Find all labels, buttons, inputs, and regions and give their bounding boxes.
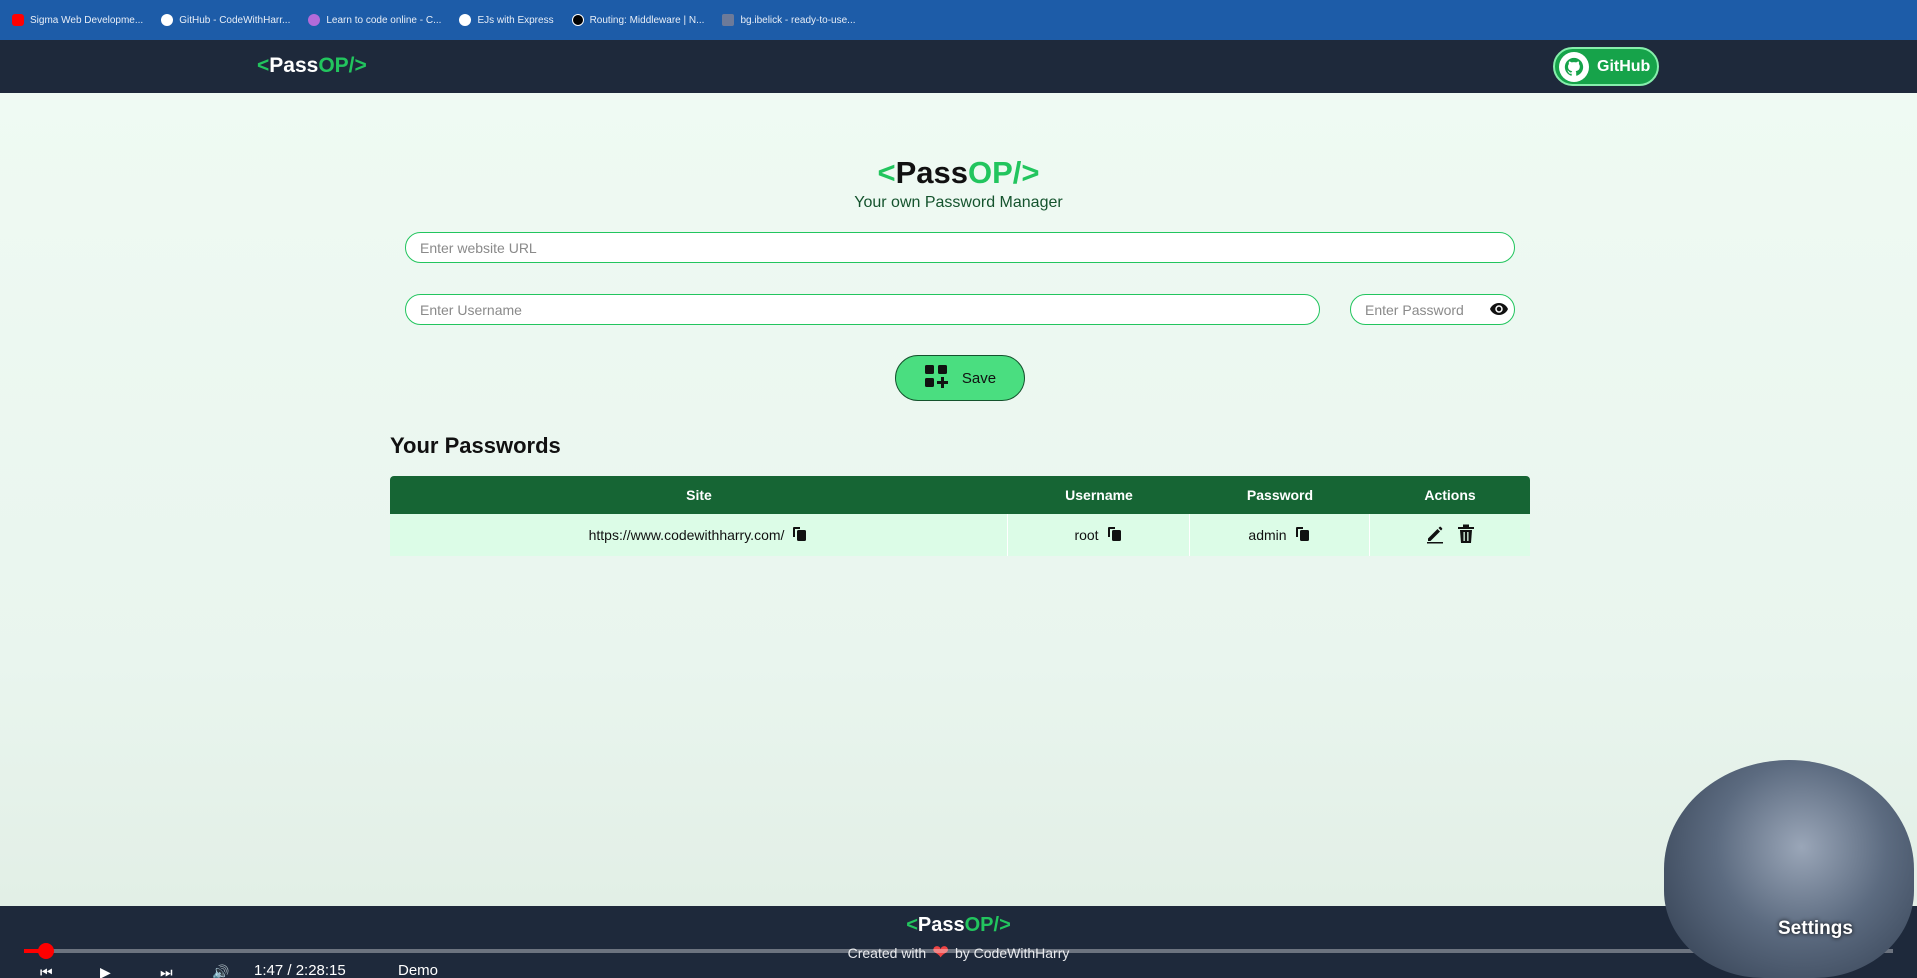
footer-logo: <PassOP/> [0,914,1917,937]
bookmark-routing[interactable]: Routing: Middleware | N... [571,14,705,26]
bookmark-learn[interactable]: Learn to code online - C... [308,14,441,26]
header-site: Site [686,487,712,503]
nav-logo[interactable]: <PassOP/> [257,54,367,78]
chapter-label[interactable]: Demo [398,962,438,978]
youtube-icon [12,14,24,26]
copy-icon[interactable] [1107,526,1123,545]
video-controls: ⏮ ▶ ⏭ 🔊 1:47 / 2:28:15 Demo [0,962,1917,978]
table-row: https://www.codewithharry.com/ root admi… [390,514,1530,556]
site-icon [308,14,321,26]
site-url-input[interactable] [405,232,1515,263]
bookmark-label: Routing: Middleware | N... [589,14,705,26]
github-icon [161,14,174,26]
header-username: Username [1065,487,1133,503]
bookmark-label: Learn to code online - C... [326,14,442,26]
bookmark-label: EJs with Express [477,14,554,26]
header-actions: Actions [1424,487,1476,503]
settings-tooltip: Settings [1778,918,1853,939]
video-time: 1:47 / 2:28:15 [254,962,346,978]
add-grid-icon [924,364,948,392]
copy-icon[interactable] [792,526,808,545]
video-progress-track[interactable] [24,949,1893,953]
logo-text: Pass [895,155,968,190]
save-label: Save [961,369,997,387]
bookmark-bg[interactable]: bg.ibelick - ready-to-use... [722,14,856,26]
copy-icon[interactable] [1295,526,1311,545]
bookmarks-bar: Sigma Web Developme... GitHub - CodeWith… [0,0,1917,40]
cell-password: admin [1190,514,1370,556]
username-input[interactable] [405,294,1320,325]
bookmark-github[interactable]: GitHub - CodeWithHarr... [161,14,290,26]
logo-bracket: < [906,914,918,936]
bookmark-label: Sigma Web Developme... [30,14,144,26]
bookmark-label: GitHub - CodeWithHarr... [179,14,291,26]
github-label: GitHub [1597,57,1651,75]
github-button[interactable]: GitHub [1553,47,1659,86]
save-button[interactable]: Save [895,355,1025,401]
logo-op: OP/> [318,54,367,77]
logo-bracket: < [877,155,896,190]
hero-logo: <PassOP/> [0,155,1917,191]
passwords-table: Site Username Password Actions https://w… [390,476,1530,556]
logo-op: OP/> [964,914,1011,936]
github-icon [1559,51,1589,82]
edit-icon[interactable] [1425,524,1445,547]
nextjs-icon [571,14,584,26]
username-value: root [1074,527,1099,543]
video-scrubber-handle[interactable] [38,943,54,959]
cell-site: https://www.codewithharry.com/ [390,514,1008,556]
play-icon[interactable]: ▶ [100,964,111,978]
webcam-overlay [1664,760,1914,978]
table-header: Site Username Password Actions [390,476,1530,514]
eye-icon[interactable] [1489,300,1509,318]
delete-icon[interactable] [1457,524,1475,547]
bookmark-sigma[interactable]: Sigma Web Developme... [12,14,143,26]
logo-text: Pass [917,914,965,936]
volume-icon[interactable]: 🔊 [212,964,229,978]
github-icon [459,14,472,26]
next-icon[interactable]: ⏭ [160,964,173,978]
cell-username: root [1008,514,1190,556]
header-password: Password [1246,487,1314,503]
logo-bracket: < [257,54,270,77]
site-link[interactable]: https://www.codewithharry.com/ [589,527,785,543]
hero-subtitle: Your own Password Manager [854,194,1063,211]
bookmark-label: bg.ibelick - ready-to-use... [740,14,856,26]
grid-icon [722,14,735,26]
logo-op: OP/> [968,155,1040,190]
passwords-title: Your Passwords [390,433,561,458]
password-value: admin [1248,527,1287,543]
previous-icon[interactable]: ⏮ [40,964,53,978]
bookmark-ejs[interactable]: EJs with Express [459,14,554,26]
navbar: <PassOP/> GitHub [0,40,1917,93]
logo-text: Pass [269,54,319,77]
cell-actions [1370,524,1530,547]
